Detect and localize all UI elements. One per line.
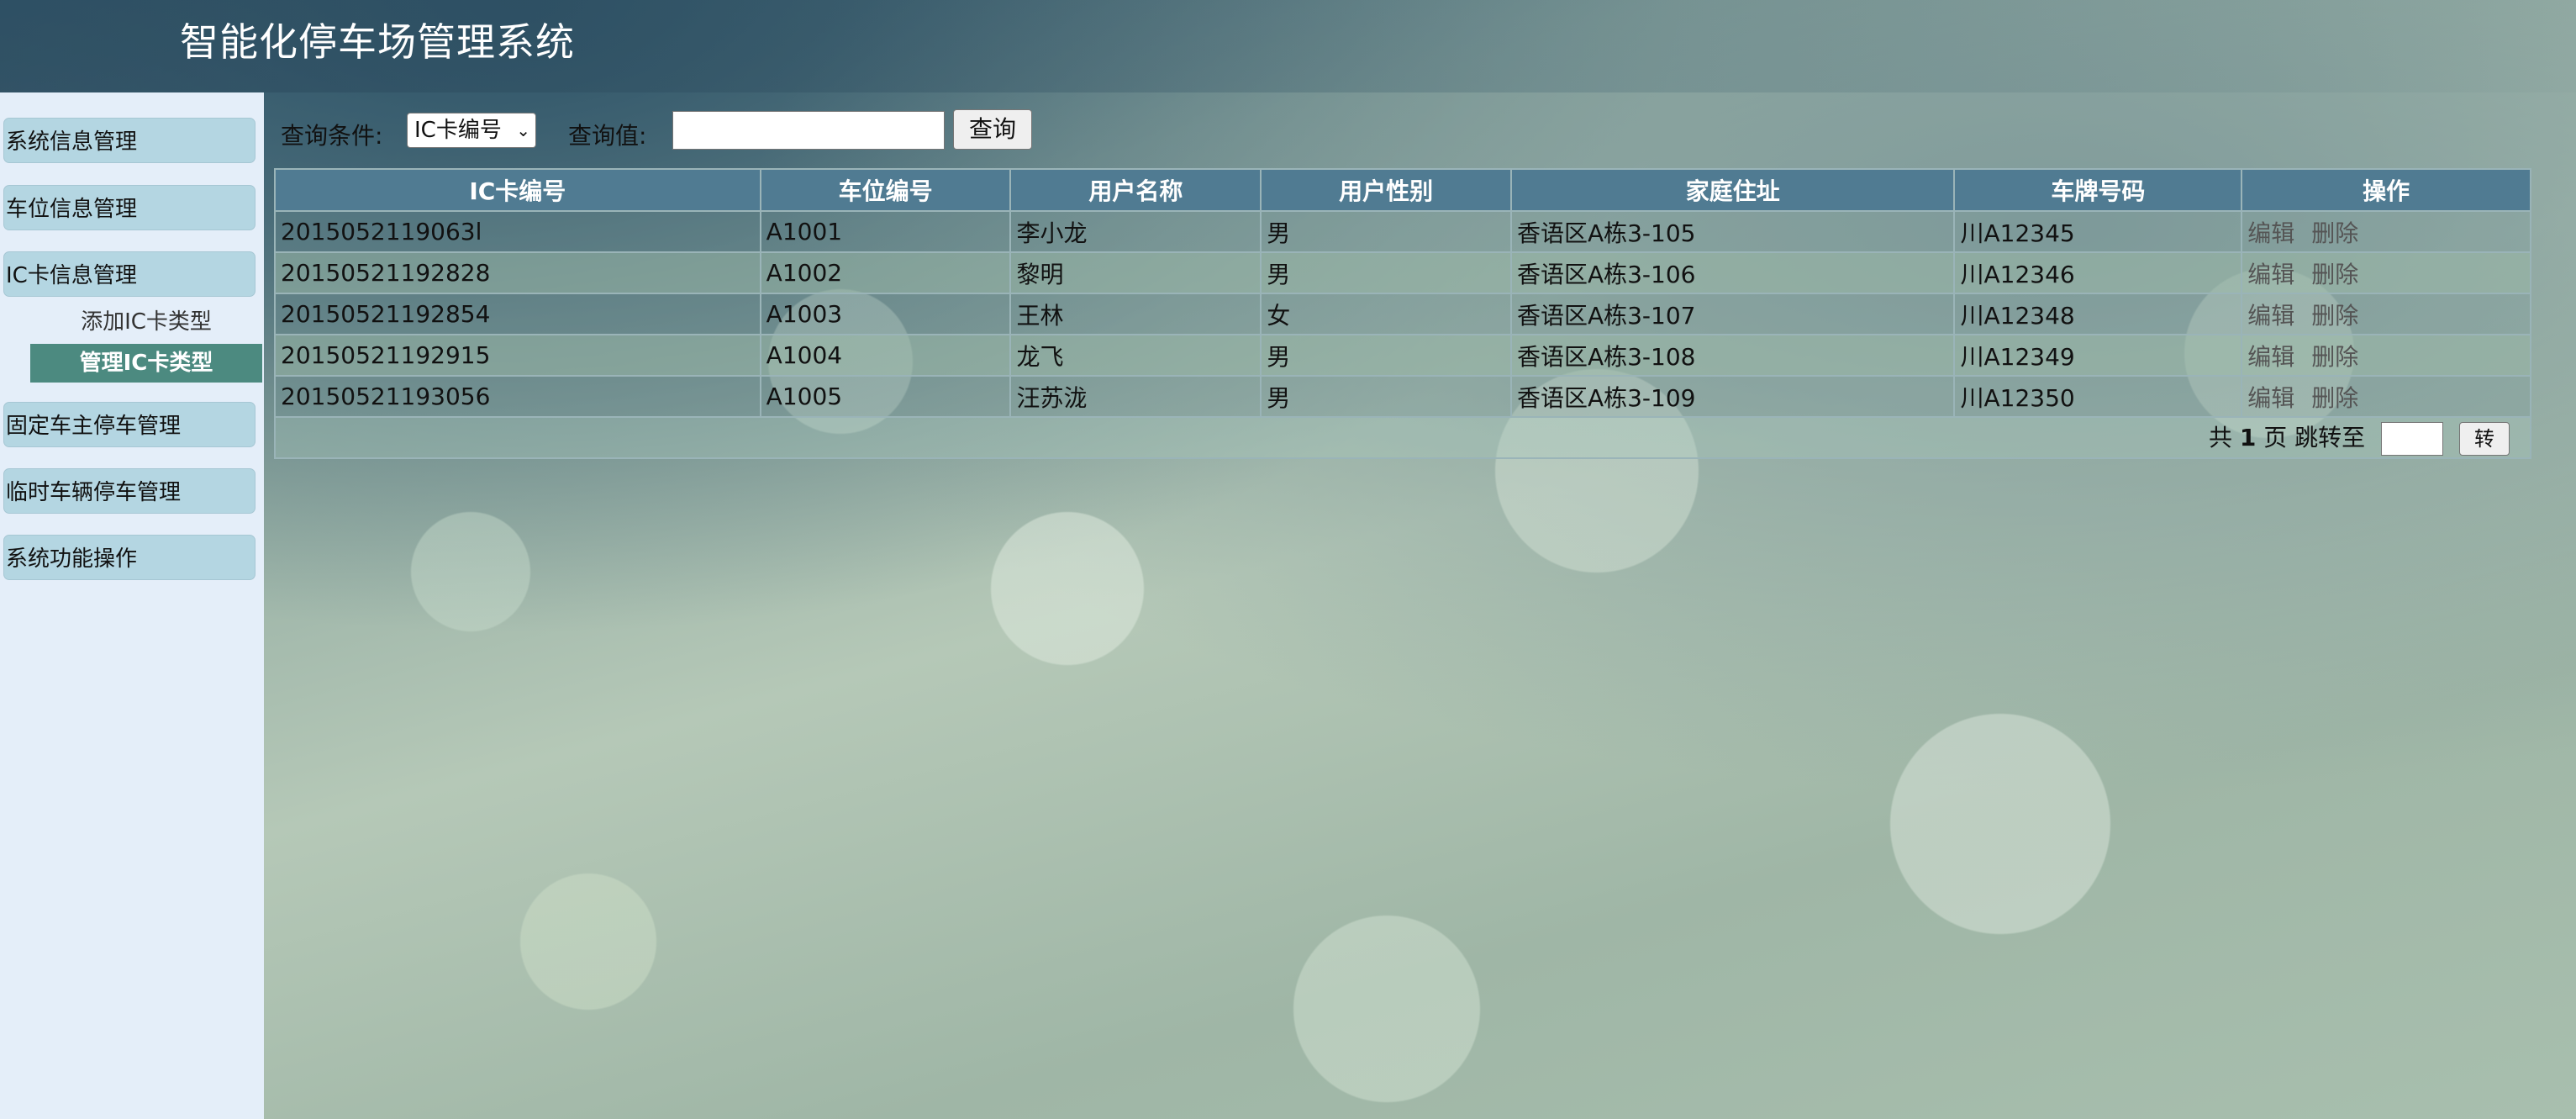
cell-space-number: A1001 xyxy=(759,210,1012,253)
pager-cell: 共 1 页 跳转至 转 xyxy=(274,416,2531,459)
table-row: 20150521192915 A1004 龙飞 男 香语区A栋3-108 川A1… xyxy=(274,334,2531,377)
cell-ic-number: 20150521192828 xyxy=(274,251,761,294)
header-user-name: 用户名称 xyxy=(1009,168,1262,212)
menu-parking-space[interactable]: 车位信息管理 xyxy=(3,185,255,230)
cell-home-address: 香语区A栋3-105 xyxy=(1509,210,1956,253)
cell-ic-number: 20150521192854 xyxy=(274,293,761,335)
header-plate-number: 车牌号码 xyxy=(1953,168,2243,212)
cell-user-gender: 男 xyxy=(1260,334,1512,377)
condition-label: 查询条件: xyxy=(281,122,383,150)
cell-plate-number: 川A12345 xyxy=(1953,210,2243,253)
cell-actions: 编辑 删除 xyxy=(2241,251,2531,294)
submenu-add-ic-type[interactable]: 添加IC卡类型 xyxy=(30,303,262,341)
header-space-number: 车位编号 xyxy=(759,168,1012,212)
delete-link[interactable]: 删除 xyxy=(2311,219,2358,247)
cell-user-gender: 男 xyxy=(1260,375,1512,418)
header-home-address: 家庭住址 xyxy=(1509,168,1956,212)
cell-plate-number: 川A12346 xyxy=(1953,251,2243,294)
cell-user-name: 李小龙 xyxy=(1009,210,1262,253)
header-bar: 智能化停车场管理系统 xyxy=(0,0,2576,92)
table-row: 20150521193056 A1005 汪苏泷 男 香语区A栋3-109 川A… xyxy=(274,375,2531,418)
table-row: 2015052119063l A1001 李小龙 男 香语区A栋3-105 川A… xyxy=(274,210,2531,253)
condition-select[interactable]: IC卡编号 ⌄ xyxy=(407,113,536,148)
edit-link[interactable]: 编辑 xyxy=(2247,261,2294,288)
pager: 共 1 页 跳转至 转 xyxy=(2208,422,2510,456)
cell-actions: 编辑 删除 xyxy=(2241,334,2531,377)
sidebar: 系统信息管理 车位信息管理 IC卡信息管理 添加IC卡类型 管理IC卡类型 固定… xyxy=(0,92,264,1119)
header-actions: 操作 xyxy=(2241,168,2531,212)
chevron-down-icon: ⌄ xyxy=(516,120,530,140)
cell-user-name: 黎明 xyxy=(1009,251,1262,294)
table-row: 20150521192854 A1003 王林 女 香语区A栋3-107 川A1… xyxy=(274,293,2531,335)
query-button[interactable]: 查询 xyxy=(953,109,1032,150)
cell-home-address: 香语区A栋3-109 xyxy=(1509,375,1956,418)
cell-home-address: 香语区A栋3-107 xyxy=(1509,293,1956,335)
delete-link[interactable]: 删除 xyxy=(2311,261,2358,288)
cell-plate-number: 川A12348 xyxy=(1953,293,2243,335)
pager-suffix: 页 跳转至 xyxy=(2263,424,2366,451)
menu-ic-card[interactable]: IC卡信息管理 xyxy=(3,251,255,297)
cell-space-number: A1003 xyxy=(759,293,1012,335)
menu-system-functions[interactable]: 系统功能操作 xyxy=(3,535,255,580)
app-title: 智能化停车场管理系统 xyxy=(180,19,575,65)
cell-plate-number: 川A12349 xyxy=(1953,334,2243,377)
cell-actions: 编辑 删除 xyxy=(2241,375,2531,418)
cell-space-number: A1005 xyxy=(759,375,1012,418)
cell-actions: 编辑 删除 xyxy=(2241,210,2531,253)
cell-user-gender: 女 xyxy=(1260,293,1512,335)
menu-system-info[interactable]: 系统信息管理 xyxy=(3,118,255,163)
cell-home-address: 香语区A栋3-106 xyxy=(1509,251,1956,294)
edit-link[interactable]: 编辑 xyxy=(2247,302,2294,330)
cell-space-number: A1002 xyxy=(759,251,1012,294)
edit-link[interactable]: 编辑 xyxy=(2247,343,2294,371)
cell-space-number: A1004 xyxy=(759,334,1012,377)
page-jump-input[interactable] xyxy=(2381,422,2444,456)
pager-total-pages: 1 xyxy=(2239,424,2257,451)
condition-select-value: IC卡编号 xyxy=(414,118,502,143)
cell-ic-number: 20150521193056 xyxy=(274,375,761,418)
cell-user-gender: 男 xyxy=(1260,251,1512,294)
cell-user-name: 王林 xyxy=(1009,293,1262,335)
header-ic-number: IC卡编号 xyxy=(274,168,761,212)
ic-card-table: IC卡编号 车位编号 用户名称 用户性别 家庭住址 车牌号码 操作 201505… xyxy=(274,168,2531,459)
menu-temp-vehicle-parking[interactable]: 临时车辆停车管理 xyxy=(3,468,255,514)
delete-link[interactable]: 删除 xyxy=(2311,302,2358,330)
cell-ic-number: 20150521192915 xyxy=(274,334,761,377)
cell-user-name: 龙飞 xyxy=(1009,334,1262,377)
edit-link[interactable]: 编辑 xyxy=(2247,384,2294,412)
cell-home-address: 香语区A栋3-108 xyxy=(1509,334,1956,377)
pager-prefix: 共 xyxy=(2208,424,2232,451)
value-label: 查询值: xyxy=(568,122,647,150)
pager-row: 共 1 页 跳转至 转 xyxy=(274,416,2531,459)
menu-fixed-owner-parking[interactable]: 固定车主停车管理 xyxy=(3,402,255,447)
delete-link[interactable]: 删除 xyxy=(2311,343,2358,371)
cell-user-name: 汪苏泷 xyxy=(1009,375,1262,418)
edit-link[interactable]: 编辑 xyxy=(2247,219,2294,247)
table-row: 20150521192828 A1002 黎明 男 香语区A栋3-106 川A1… xyxy=(274,251,2531,294)
cell-actions: 编辑 删除 xyxy=(2241,293,2531,335)
query-input[interactable] xyxy=(672,111,945,150)
cell-ic-number: 2015052119063l xyxy=(274,210,761,253)
cell-plate-number: 川A12350 xyxy=(1953,375,2243,418)
submenu-manage-ic-type[interactable]: 管理IC卡类型 xyxy=(30,344,262,383)
table-header-row: IC卡编号 车位编号 用户名称 用户性别 家庭住址 车牌号码 操作 xyxy=(274,168,2531,212)
delete-link[interactable]: 删除 xyxy=(2311,384,2358,412)
header-user-gender: 用户性别 xyxy=(1260,168,1512,212)
page-jump-button[interactable]: 转 xyxy=(2459,422,2510,456)
cell-user-gender: 男 xyxy=(1260,210,1512,253)
